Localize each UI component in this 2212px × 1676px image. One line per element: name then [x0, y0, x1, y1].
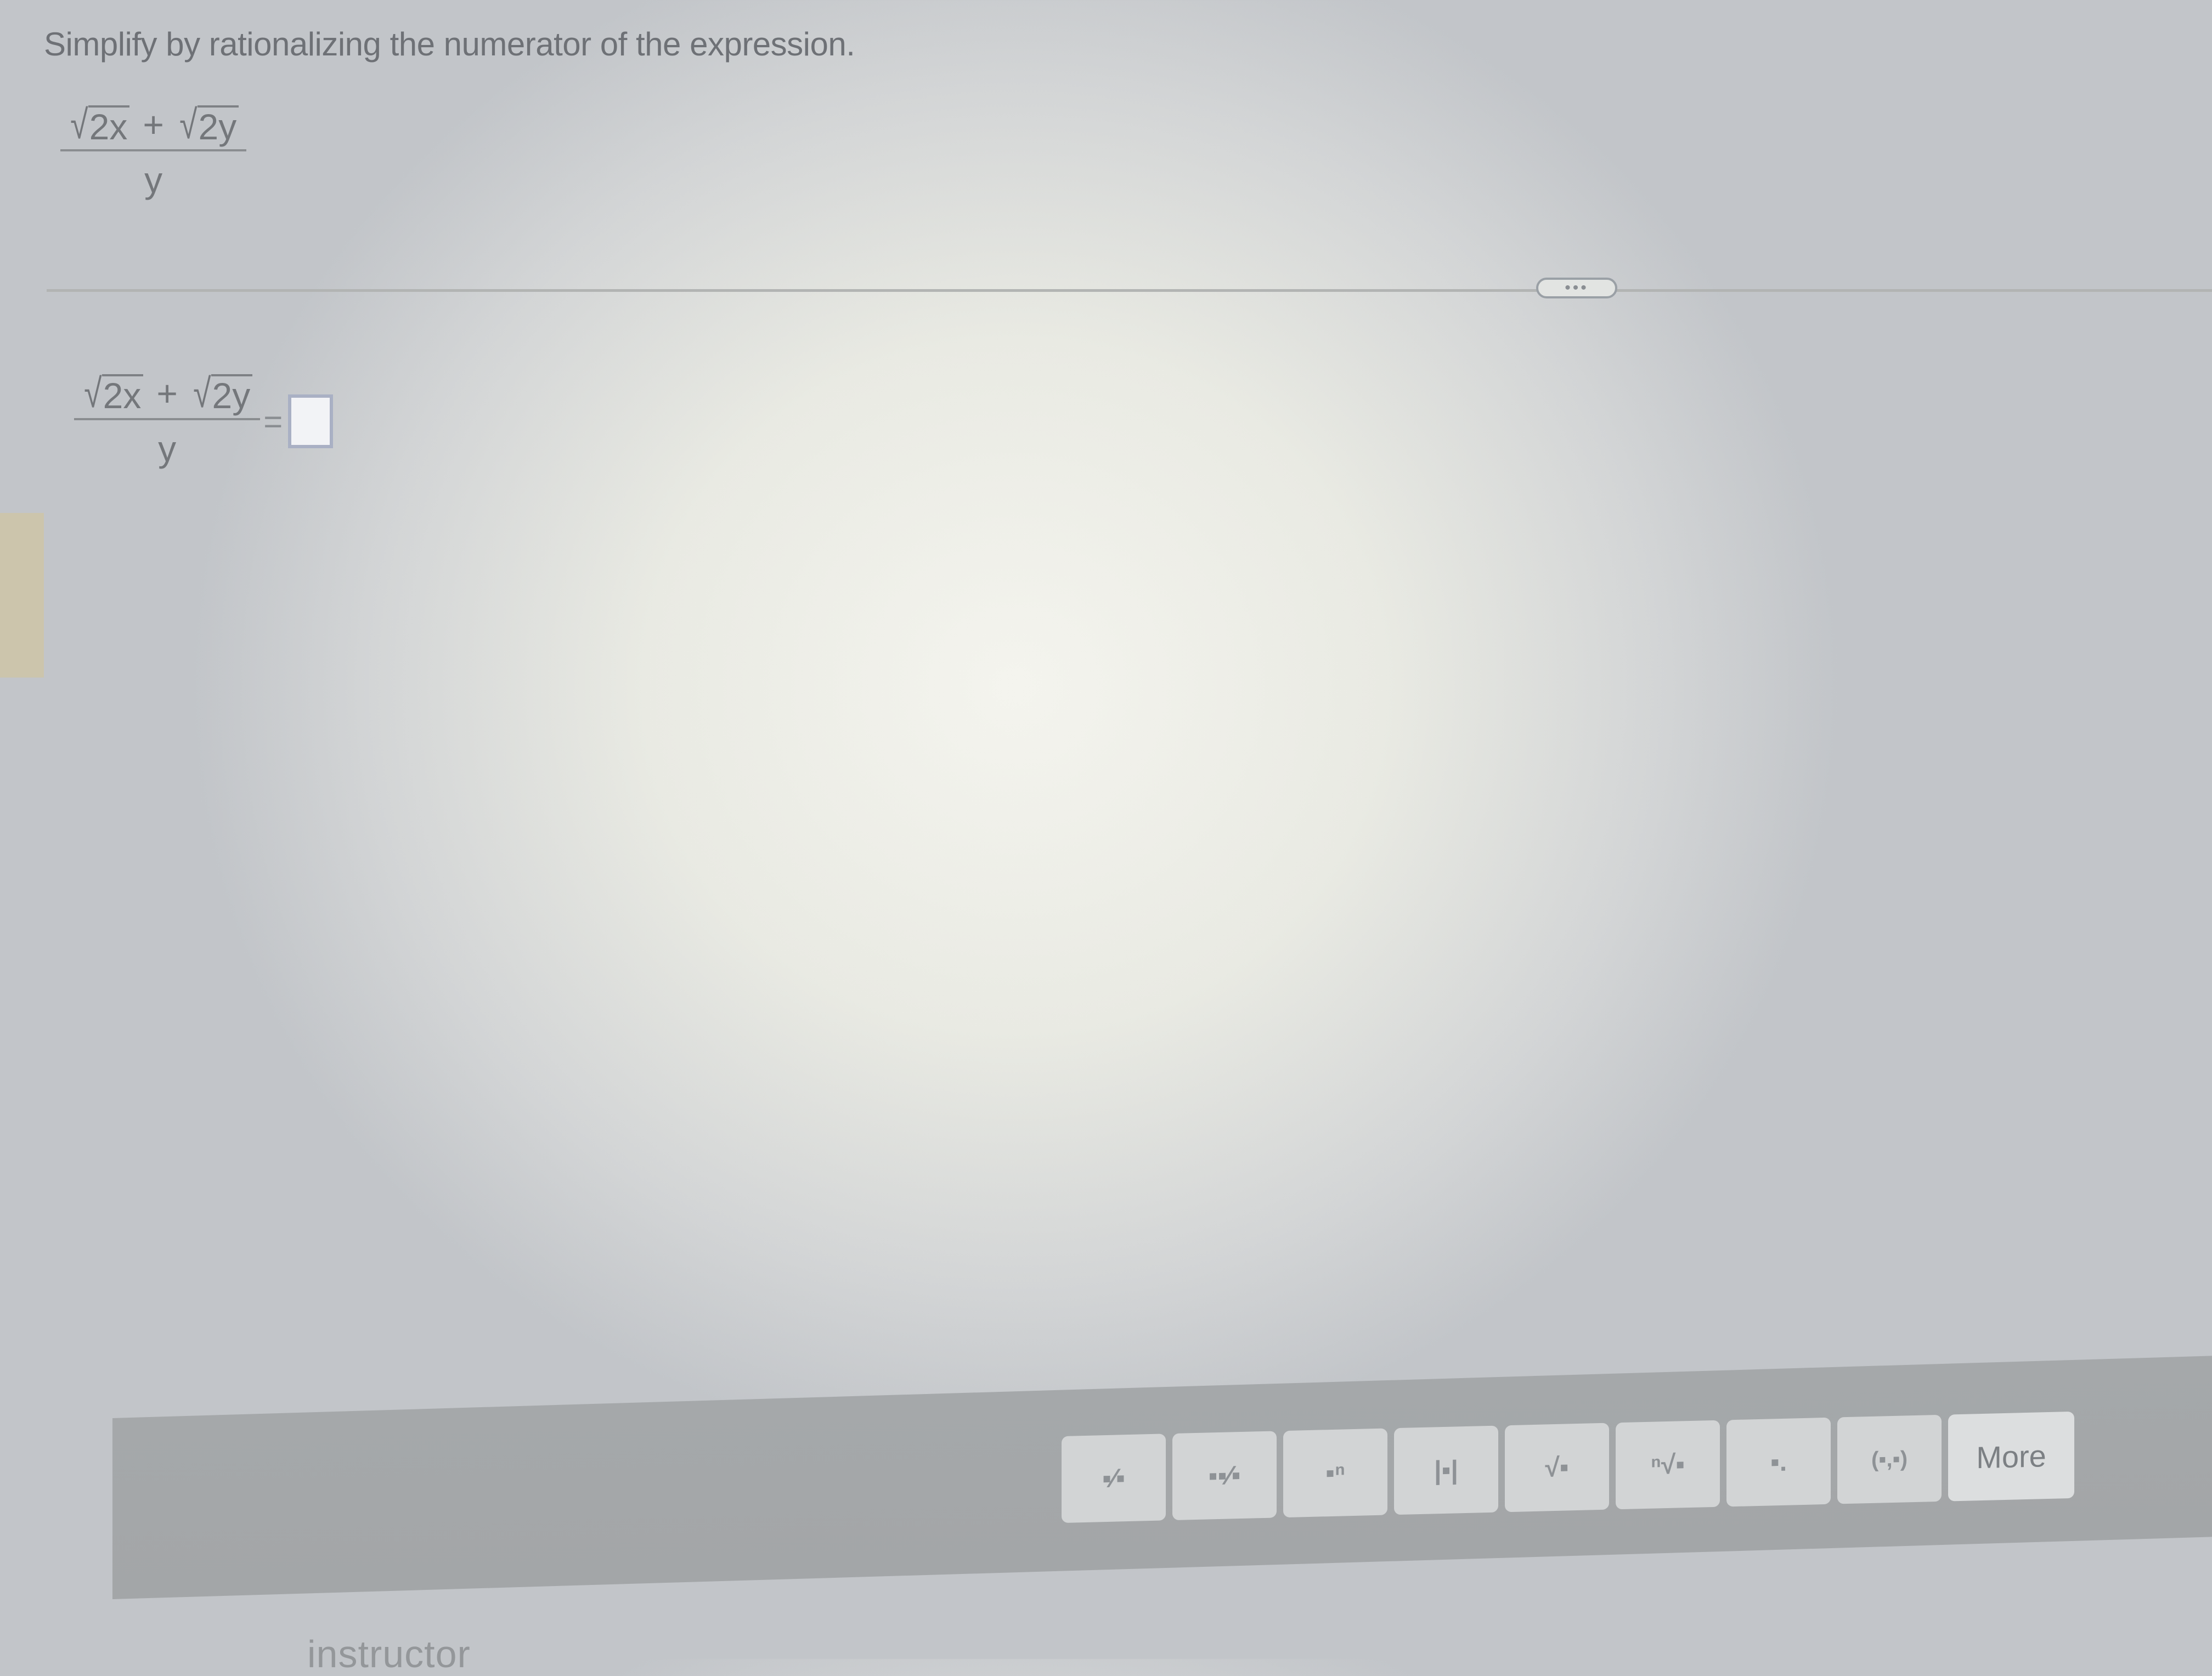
answer-equation: √ 2x + √ 2y y = — [74, 373, 334, 470]
square-root-button[interactable]: √▪ — [1505, 1423, 1609, 1513]
fraction-icon: ▪⁄▪ — [1102, 1463, 1126, 1493]
side-tab[interactable] — [0, 513, 44, 678]
radical-sign-icon: √ — [70, 101, 88, 147]
expand-divider-button[interactable]: ••• — [1536, 278, 1617, 298]
fraction-button[interactable]: ▪⁄▪ — [1062, 1434, 1166, 1523]
exponent-icon: ▪ⁿ — [1325, 1458, 1346, 1488]
answer-input-box[interactable] — [288, 394, 334, 448]
decimal-icon: ▪. — [1770, 1447, 1787, 1477]
expression-numerator: √ 2x + √ 2y — [60, 104, 246, 149]
radical-term-2: √ 2y — [177, 104, 239, 145]
absolute-value-icon: |▪| — [1434, 1455, 1458, 1485]
radicand-2: 2y — [197, 105, 239, 145]
question-prompt: Simplify by rationalizing the numerator … — [44, 26, 855, 63]
answer-expression: √ 2x + √ 2y y — [74, 373, 261, 470]
answer-radical-term-1: √ 2x — [82, 370, 144, 416]
ordered-pair-button[interactable]: (▪,▪) — [1837, 1414, 1942, 1504]
answer-radical-term-2: √ 2y — [191, 370, 253, 416]
nth-root-button[interactable]: ⁿ√▪ — [1616, 1420, 1720, 1510]
answer-radicand-2: 2y — [211, 374, 253, 414]
plus-operator: + — [143, 104, 164, 145]
answer-denominator: y — [158, 428, 177, 469]
expression-denominator: y — [144, 160, 163, 200]
answer-numerator: √ 2x + √ 2y — [74, 373, 260, 418]
footer-text: instructor — [307, 1633, 471, 1675]
mixed-number-button[interactable]: ▪▪⁄▪ — [1172, 1431, 1277, 1521]
radicand-1: 2x — [88, 105, 130, 145]
more-button[interactable]: More — [1948, 1411, 2074, 1502]
square-root-icon: √▪ — [1545, 1452, 1569, 1482]
radical-sign-icon: √ — [193, 370, 211, 416]
question-screen: Simplify by rationalizing the numerator … — [0, 0, 2212, 1675]
nth-root-icon: ⁿ√▪ — [1650, 1449, 1685, 1480]
answer-radicand-1: 2x — [101, 374, 144, 414]
radical-sign-icon: √ — [179, 101, 198, 147]
decimal-button[interactable]: ▪. — [1726, 1417, 1831, 1507]
ordered-pair-icon: (▪,▪) — [1871, 1446, 1908, 1472]
plus-operator: + — [156, 373, 178, 414]
mixed-number-icon: ▪▪⁄▪ — [1208, 1460, 1241, 1491]
given-expression: √ 2x + √ 2y y — [60, 104, 247, 201]
exponent-button[interactable]: ▪ⁿ — [1283, 1428, 1387, 1518]
absolute-value-button[interactable]: |▪| — [1394, 1425, 1498, 1515]
radical-sign-icon: √ — [84, 370, 102, 416]
equals-sign: = — [263, 403, 283, 440]
section-divider — [47, 289, 2212, 292]
radical-term-1: √ 2x — [68, 101, 130, 147]
